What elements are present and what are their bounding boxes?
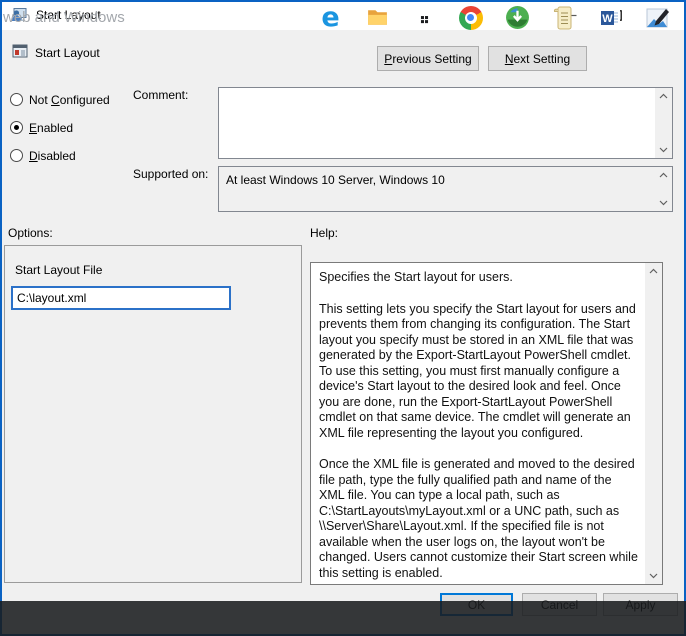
word-icon: W <box>598 5 624 31</box>
radio-not-configured[interactable]: Not Configured <box>10 92 110 107</box>
options-panel: Start Layout File <box>4 245 302 583</box>
comment-label: Comment: <box>133 88 188 102</box>
chrome-button[interactable] <box>447 0 494 35</box>
radio-circle-selected[interactable] <box>10 121 23 134</box>
help-scrollbar[interactable] <box>645 263 662 584</box>
policy-header: Start Layout Previous Setting Next Setti… <box>2 30 684 78</box>
help-paragraph: This setting lets you specify the Start … <box>319 302 640 364</box>
taskbar <box>0 601 686 636</box>
store-button[interactable] <box>401 0 448 35</box>
scroll-down-icon[interactable] <box>649 571 658 580</box>
help-panel: Specifies the Start layout for users. Th… <box>310 262 663 585</box>
scroll-up-icon[interactable] <box>659 92 668 101</box>
options-section-label: Options: <box>8 226 53 240</box>
comment-textarea[interactable] <box>218 87 673 159</box>
help-paragraph: Specifies the Start layout for users. <box>319 270 640 286</box>
file-explorer-icon <box>365 5 390 30</box>
policy-name: Start Layout <box>35 46 100 60</box>
scroll-down-icon[interactable] <box>659 198 668 207</box>
start-layout-file-label: Start Layout File <box>15 263 102 277</box>
task-view-icon <box>272 6 296 30</box>
supported-on-box: At least Windows 10 Server, Windows 10 <box>218 166 673 212</box>
chrome-icon <box>459 6 483 30</box>
taskbar-search[interactable]: web and Windows <box>3 0 125 35</box>
radio-disabled[interactable]: Disabled <box>10 148 76 163</box>
policy-icon <box>12 43 28 59</box>
idm-icon <box>505 5 530 30</box>
radio-circle[interactable] <box>10 93 23 106</box>
supported-scrollbar[interactable] <box>655 167 672 211</box>
scroll-up-icon[interactable] <box>659 171 668 180</box>
file-explorer-button[interactable] <box>354 0 401 35</box>
previous-setting-button[interactable]: Previous Setting <box>377 46 479 71</box>
task-view-button[interactable] <box>260 0 307 35</box>
scroll-icon <box>551 4 577 32</box>
radio-circle[interactable] <box>10 149 23 162</box>
help-paragraph: Once the XML file is generated and moved… <box>319 457 640 581</box>
supported-on-label: Supported on: <box>133 167 208 181</box>
policy-setting-dialog: Start Layout Start Layout Previous Setti… <box>0 0 686 636</box>
comment-scrollbar[interactable] <box>655 88 672 158</box>
radio-enabled[interactable]: Enabled <box>10 120 73 135</box>
start-layout-file-input[interactable] <box>11 286 231 310</box>
edge-button[interactable]: e <box>307 0 354 35</box>
idm-button[interactable] <box>494 0 541 35</box>
supported-on-value: At least Windows 10 Server, Windows 10 <box>226 173 445 187</box>
svg-text:W: W <box>602 13 613 25</box>
edge-icon: e <box>321 4 339 31</box>
scroll-down-icon[interactable] <box>659 145 668 154</box>
scroll-up-icon[interactable] <box>649 267 658 276</box>
help-text: Specifies the Start layout for users. Th… <box>311 263 645 584</box>
scroll-app-button[interactable] <box>540 0 587 35</box>
photo-editor-button[interactable] <box>633 0 680 35</box>
next-setting-button[interactable]: Next Setting <box>488 46 587 71</box>
help-section-label: Help: <box>310 226 338 240</box>
help-paragraph: To use this setting, you must first manu… <box>319 364 640 442</box>
store-icon <box>412 5 437 30</box>
photo-editor-icon <box>644 5 670 31</box>
word-button[interactable]: W <box>587 0 634 35</box>
